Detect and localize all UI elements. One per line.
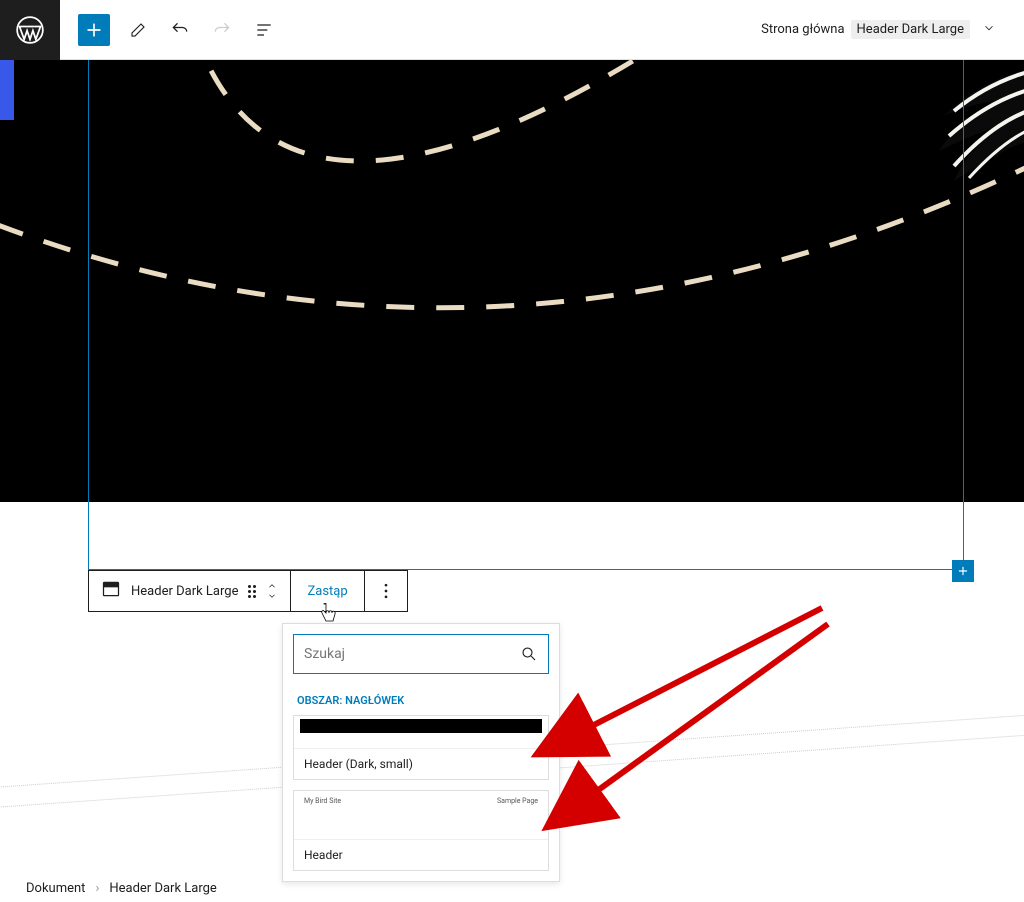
undo-icon [170, 20, 190, 40]
footer-breadcrumb[interactable]: Dokument › Header Dark Large [26, 881, 217, 896]
plus-icon [84, 20, 104, 40]
plus-icon [956, 564, 970, 578]
block-toolbar: Header Dark Large Zastąp [88, 570, 408, 612]
footer-breadcrumb-current[interactable]: Header Dark Large [109, 881, 216, 896]
pattern-title-label: Header (Dark, small) [294, 748, 548, 779]
pencil-icon [129, 21, 147, 39]
block-movers[interactable] [266, 581, 278, 601]
editor-top-toolbar: Strona główna Header Dark Large [0, 0, 1024, 60]
admin-sidebar-sliver [0, 60, 14, 120]
block-more-options-button[interactable] [365, 571, 407, 611]
redo-button[interactable] [204, 12, 240, 48]
add-block-button[interactable] [78, 14, 110, 46]
pattern-option-dark-small[interactable]: Header (Dark, small) [293, 715, 549, 780]
footer-breadcrumb-root[interactable]: Dokument [26, 881, 85, 896]
edit-tool-button[interactable] [120, 12, 156, 48]
pattern-section-label: Obszar: Nagłówek [283, 684, 559, 715]
pattern-search-input-wrap [293, 634, 549, 674]
bird-wing-image [924, 56, 1024, 186]
pattern-search-input[interactable] [304, 646, 520, 662]
search-icon [520, 645, 538, 663]
chevron-down-icon [266, 591, 278, 601]
decorative-dashed-curves [0, 36, 1024, 502]
chevron-right-icon: › [95, 881, 99, 896]
pattern-preview-thumbnail: My Bird Site Sample Page [294, 791, 548, 839]
editor-canvas-header-block[interactable] [0, 36, 1024, 502]
list-icon [254, 20, 274, 40]
replace-pattern-popover: Obszar: Nagłówek Header (Dark, small) My… [282, 623, 560, 882]
drag-handle-icon[interactable] [248, 585, 256, 598]
block-toolbar-main-segment: Header Dark Large [89, 571, 291, 611]
pattern-preview-thumbnail [294, 716, 548, 748]
undo-button[interactable] [162, 12, 198, 48]
inline-inserter-button[interactable] [952, 560, 974, 582]
list-view-button[interactable] [246, 12, 282, 48]
wordpress-logo[interactable] [0, 0, 60, 60]
pattern-title-label: Header [294, 839, 548, 870]
pattern-option-header[interactable]: My Bird Site Sample Page Header [293, 790, 549, 871]
breadcrumb-current-chip: Header Dark Large [851, 20, 970, 39]
breadcrumb-root-label: Strona główna [761, 22, 844, 37]
redo-icon [212, 20, 232, 40]
chevron-up-icon [266, 581, 278, 591]
editor-tools [120, 12, 282, 48]
more-vertical-icon [376, 581, 396, 601]
document-breadcrumb-top[interactable]: Strona główna Header Dark Large [761, 20, 996, 39]
wordpress-icon [16, 16, 44, 44]
chevron-down-icon [982, 21, 996, 39]
template-part-icon [101, 579, 121, 603]
block-name-label: Header Dark Large [131, 584, 238, 599]
